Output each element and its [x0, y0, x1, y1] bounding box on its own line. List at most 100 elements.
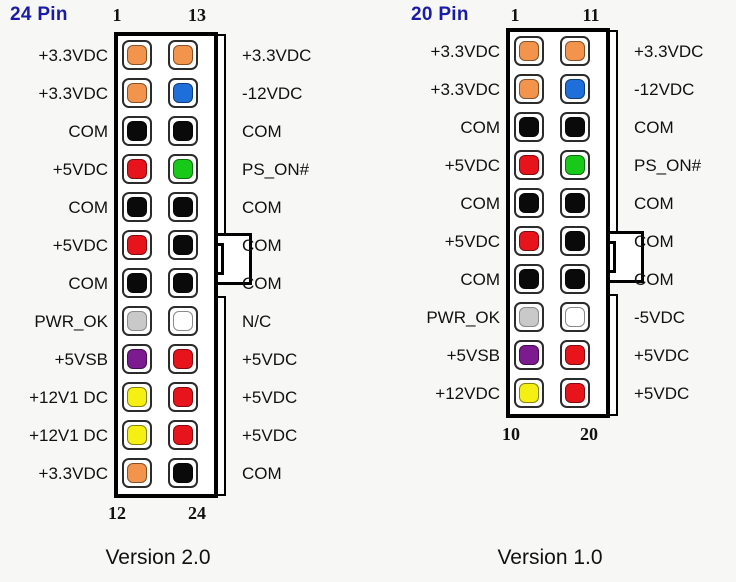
pin-cell	[168, 230, 198, 260]
pin-wire-black	[127, 273, 147, 293]
top-pin-number-left-20: 1	[510, 5, 520, 25]
pin-wire-orange	[565, 41, 585, 61]
pin-cell	[514, 378, 544, 408]
signal-label-right: -5VDC	[634, 308, 686, 327]
pin-wire-yellow	[519, 383, 539, 403]
signal-label-right: COM	[634, 270, 674, 289]
pin-wire-orange	[127, 463, 147, 483]
pin-cell	[514, 340, 544, 370]
pin-wire-red	[173, 387, 193, 407]
atx-pinout-diagram: 24 Pin 1 13 12 24 Version 2.0 +3.3VDC +3.…	[0, 0, 736, 582]
signal-label-left: +5VSB	[54, 350, 108, 369]
signal-label-right: COM	[634, 118, 674, 137]
pin-wire-green	[173, 159, 193, 179]
pin-wire-green	[565, 155, 585, 175]
top-pin-number-left-24: 1	[112, 5, 122, 25]
pin-wire-purple	[519, 345, 539, 365]
pin-cell	[168, 192, 198, 222]
pin-cell	[514, 264, 544, 294]
pin-cell	[514, 150, 544, 180]
signal-label-right: +5VDC	[242, 388, 298, 407]
pin-cell	[560, 264, 590, 294]
signal-label-left: PWR_OK	[426, 308, 500, 327]
pin-cell	[514, 112, 544, 142]
pin-cell	[514, 36, 544, 66]
pin-cell	[122, 116, 152, 146]
pin-cell	[560, 36, 590, 66]
pin-cell	[168, 268, 198, 298]
signal-label-right: +3.3VDC	[634, 42, 704, 61]
pin-wire-black	[127, 121, 147, 141]
pin-wire-black	[519, 269, 539, 289]
signal-label-left: COM	[460, 270, 500, 289]
pin-cell	[122, 154, 152, 184]
pin-wire-blue	[565, 79, 585, 99]
signal-label-right: COM	[242, 274, 282, 293]
pin-cell	[560, 340, 590, 370]
signal-label-left: +3.3VDC	[38, 46, 108, 65]
signal-label-right: +5VDC	[634, 346, 690, 365]
pin-cell	[560, 302, 590, 332]
pin-cell	[168, 344, 198, 374]
pin-wire-red	[127, 159, 147, 179]
bottom-pin-number-right-20: 20	[580, 424, 598, 444]
signal-label-right: COM	[242, 122, 282, 141]
signal-label-left: +3.3VDC	[38, 84, 108, 103]
pin-cell	[168, 78, 198, 108]
pin-wire-black	[173, 197, 193, 217]
pin-wire-red	[173, 425, 193, 445]
signal-label-right: +5VDC	[634, 384, 690, 403]
pin-wire-black	[565, 231, 585, 251]
connector-24-pin: 24 Pin 1 13 12 24 Version 2.0 +3.3VDC +3.…	[0, 0, 368, 582]
pin-cell	[122, 192, 152, 222]
signal-label-left: PWR_OK	[34, 312, 108, 331]
signal-label-right: N/C	[242, 312, 272, 331]
signal-label-right: -12VDC	[242, 84, 303, 103]
pin-wire-red	[127, 235, 147, 255]
pin-wire-yellow	[127, 387, 147, 407]
signal-label-right: COM	[242, 198, 282, 217]
pin-cell	[168, 306, 198, 336]
signal-label-left: +12V1 DC	[29, 388, 108, 407]
pin-wire-red	[565, 383, 585, 403]
pin-cell	[560, 188, 590, 218]
pin-wire-orange	[127, 45, 147, 65]
signal-label-left: +3.3VDC	[38, 464, 108, 483]
pin-cell	[122, 458, 152, 488]
pin-wire-black	[173, 235, 193, 255]
pin-cell	[122, 382, 152, 412]
pin-wire-orange	[173, 45, 193, 65]
pin-wire-orange	[519, 79, 539, 99]
version-label-20: Version 1.0	[497, 546, 603, 569]
top-pin-number-right-24: 13	[188, 5, 206, 25]
pin-cell	[122, 230, 152, 260]
signal-label-right: +5VDC	[242, 350, 298, 369]
pin-wire-black	[565, 193, 585, 213]
pin-wire-yellow	[127, 425, 147, 445]
pin-cell	[514, 302, 544, 332]
signal-label-right: PS_ON#	[242, 160, 310, 179]
pin-cell	[168, 458, 198, 488]
top-pin-number-right-20: 11	[582, 5, 600, 25]
pin-count-heading-24: 24 Pin	[10, 4, 68, 25]
signal-label-left: +5VDC	[52, 236, 108, 255]
pin-cell	[122, 40, 152, 70]
pin-wire-red	[565, 345, 585, 365]
signal-label-left: COM	[68, 198, 108, 217]
pin-wire-black	[173, 121, 193, 141]
pin-wire-orange	[519, 41, 539, 61]
signal-label-left: COM	[460, 194, 500, 213]
signal-label-right: COM	[242, 236, 282, 255]
pin-wire-black	[173, 273, 193, 293]
signal-label-left: +12V1 DC	[29, 426, 108, 445]
bottom-pin-number-left-24: 12	[108, 503, 126, 523]
pin-cell	[168, 382, 198, 412]
pin-cell	[122, 420, 152, 450]
pin-wire-blue	[173, 83, 193, 103]
pin-cell	[168, 420, 198, 450]
pin-wire-black	[519, 193, 539, 213]
signal-label-left: COM	[460, 118, 500, 137]
pin-cell	[560, 226, 590, 256]
pin-wire-white	[565, 307, 585, 327]
signal-label-left: +5VSB	[446, 346, 500, 365]
